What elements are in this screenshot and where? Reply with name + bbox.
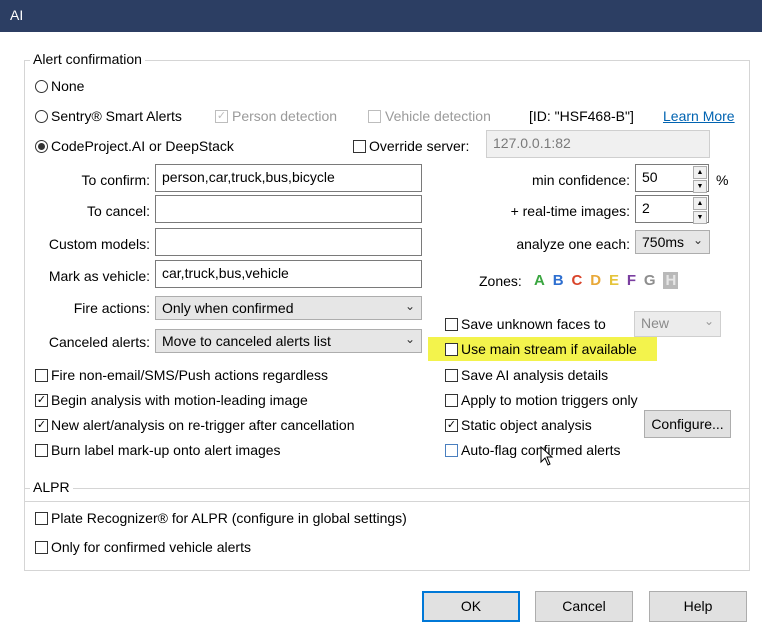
chevron-down-icon: ⌄: [692, 233, 703, 247]
vehicle-detection-label: Vehicle detection: [385, 108, 491, 124]
override-server-label: Override server:: [369, 138, 470, 154]
to-confirm-label: To confirm:: [81, 172, 150, 188]
begin-analysis-checkbox[interactable]: ✓: [35, 394, 48, 407]
zone-a[interactable]: A: [534, 272, 545, 289]
save-unknown-faces-checkbox[interactable]: [445, 318, 458, 331]
title-bar: AI: [0, 0, 762, 32]
window-title: AI: [10, 7, 24, 23]
plate-recognizer-label: Plate Recognizer® for ALPR (configure in…: [51, 510, 407, 526]
apply-motion-checkbox[interactable]: [445, 394, 458, 407]
begin-analysis-label: Begin analysis with motion-leading image: [51, 392, 308, 408]
fire-actions-value: Only when confirmed: [162, 300, 294, 316]
spinner-buttons[interactable]: ▲ ▼: [693, 166, 707, 193]
fire-actions-select[interactable]: Only when confirmed ⌄: [155, 296, 422, 320]
override-server-checkbox[interactable]: [353, 140, 366, 153]
fire-actions-label: Fire actions:: [73, 300, 150, 316]
zone-e[interactable]: E: [609, 272, 619, 289]
only-confirmed-vehicle-checkbox[interactable]: [35, 541, 48, 554]
min-confidence-spinner[interactable]: 50 ▲ ▼: [635, 164, 709, 193]
spinner-up-icon[interactable]: ▲: [693, 197, 707, 210]
spinner-up-icon[interactable]: ▲: [693, 166, 707, 179]
use-main-stream-checkbox[interactable]: [445, 343, 458, 356]
alert-confirmation-legend: Alert confirmation: [30, 51, 145, 67]
configure-button[interactable]: Configure...: [644, 410, 731, 438]
spinner-down-icon[interactable]: ▼: [693, 180, 707, 193]
radio-codeproject-label: CodeProject.AI or DeepStack: [51, 138, 234, 154]
apply-motion-label: Apply to motion triggers only: [461, 392, 638, 408]
realtime-images-spinner[interactable]: 2 ▲ ▼: [635, 195, 709, 224]
spinner-buttons[interactable]: ▲ ▼: [693, 197, 707, 224]
plate-recognizer-checkbox[interactable]: [35, 512, 48, 525]
canceled-alerts-value: Move to canceled alerts list: [162, 333, 331, 349]
burn-label-checkbox[interactable]: [35, 444, 48, 457]
chevron-down-icon: ⌄: [703, 314, 714, 328]
custom-models-label: Custom models:: [48, 236, 150, 252]
analyze-each-label: analyze one each:: [516, 236, 630, 252]
faces-destination-select[interactable]: New ⌄: [634, 311, 721, 337]
canceled-alerts-select[interactable]: Move to canceled alerts list ⌄: [155, 329, 422, 353]
min-confidence-label: min confidence:: [531, 172, 630, 188]
faces-destination-value: New: [641, 315, 670, 331]
person-detection-label: Person detection: [232, 108, 338, 124]
zone-d[interactable]: D: [590, 272, 601, 289]
radio-none[interactable]: [35, 80, 48, 93]
analyze-each-value: 750ms: [642, 234, 685, 250]
zones-label: Zones:: [479, 273, 522, 289]
radio-none-label: None: [51, 78, 85, 94]
fire-non-email-label: Fire non-email/SMS/Push actions regardle…: [51, 367, 329, 383]
ok-button[interactable]: OK: [422, 591, 520, 622]
static-object-label: Static object analysis: [461, 417, 592, 433]
cancel-button[interactable]: Cancel: [535, 591, 633, 622]
zone-b[interactable]: B: [553, 272, 564, 289]
mouse-cursor-icon: [540, 446, 554, 466]
new-alert-label: New alert/analysis on re-trigger after c…: [51, 417, 355, 433]
zone-g[interactable]: G: [644, 272, 656, 289]
burn-label-label: Burn label mark-up onto alert images: [51, 442, 281, 458]
fire-non-email-checkbox[interactable]: [35, 369, 48, 382]
analyze-each-select[interactable]: 750ms ⌄: [635, 230, 710, 254]
chevron-down-icon: ⌄: [404, 332, 415, 346]
alpr-legend: ALPR: [30, 479, 73, 495]
person-detection-checkbox[interactable]: ✓: [215, 110, 228, 123]
dialog-client: Alert confirmation None Sentry® Smart Al…: [0, 32, 762, 630]
use-main-stream-label: Use main stream if available: [461, 341, 637, 357]
to-cancel-input[interactable]: [155, 195, 422, 223]
only-confirmed-vehicle-label: Only for confirmed vehicle alerts: [51, 539, 251, 555]
auto-flag-checkbox[interactable]: [445, 444, 458, 457]
new-alert-checkbox[interactable]: ✓: [35, 419, 48, 432]
percent-label: %: [716, 172, 729, 188]
zones-list: A B C D E F G H: [534, 272, 679, 289]
zone-f[interactable]: F: [627, 272, 636, 289]
radio-sentry-label: Sentry® Smart Alerts: [51, 108, 182, 124]
radio-sentry[interactable]: [35, 110, 48, 123]
to-cancel-label: To cancel:: [86, 203, 150, 219]
realtime-images-value: 2: [642, 200, 650, 216]
save-unknown-faces-label: Save unknown faces to: [461, 316, 606, 332]
realtime-images-label: + real-time images:: [510, 203, 630, 219]
zone-h[interactable]: H: [663, 272, 679, 289]
learn-more-link[interactable]: Learn More: [663, 108, 735, 124]
mark-vehicle-label: Mark as vehicle:: [48, 268, 150, 284]
chevron-down-icon: ⌄: [404, 299, 415, 313]
vehicle-detection-checkbox[interactable]: [368, 110, 381, 123]
help-button[interactable]: Help: [649, 591, 747, 622]
spinner-down-icon[interactable]: ▼: [693, 211, 707, 224]
alpr-group: [24, 488, 750, 571]
custom-models-input[interactable]: [155, 228, 422, 256]
save-ai-details-checkbox[interactable]: [445, 369, 458, 382]
zone-c[interactable]: C: [571, 272, 582, 289]
sentry-id-label: [ID: "HSF468-B"]: [529, 108, 634, 124]
to-confirm-input[interactable]: person,car,truck,bus,bicycle: [155, 164, 422, 192]
save-ai-details-label: Save AI analysis details: [461, 367, 609, 383]
server-address-input[interactable]: 127.0.0.1:82: [486, 130, 710, 158]
canceled-alerts-label: Canceled alerts:: [48, 334, 150, 350]
static-object-checkbox[interactable]: ✓: [445, 419, 458, 432]
mark-vehicle-input[interactable]: car,truck,bus,vehicle: [155, 260, 422, 288]
radio-codeproject[interactable]: [35, 140, 48, 153]
min-confidence-value: 50: [642, 169, 658, 185]
